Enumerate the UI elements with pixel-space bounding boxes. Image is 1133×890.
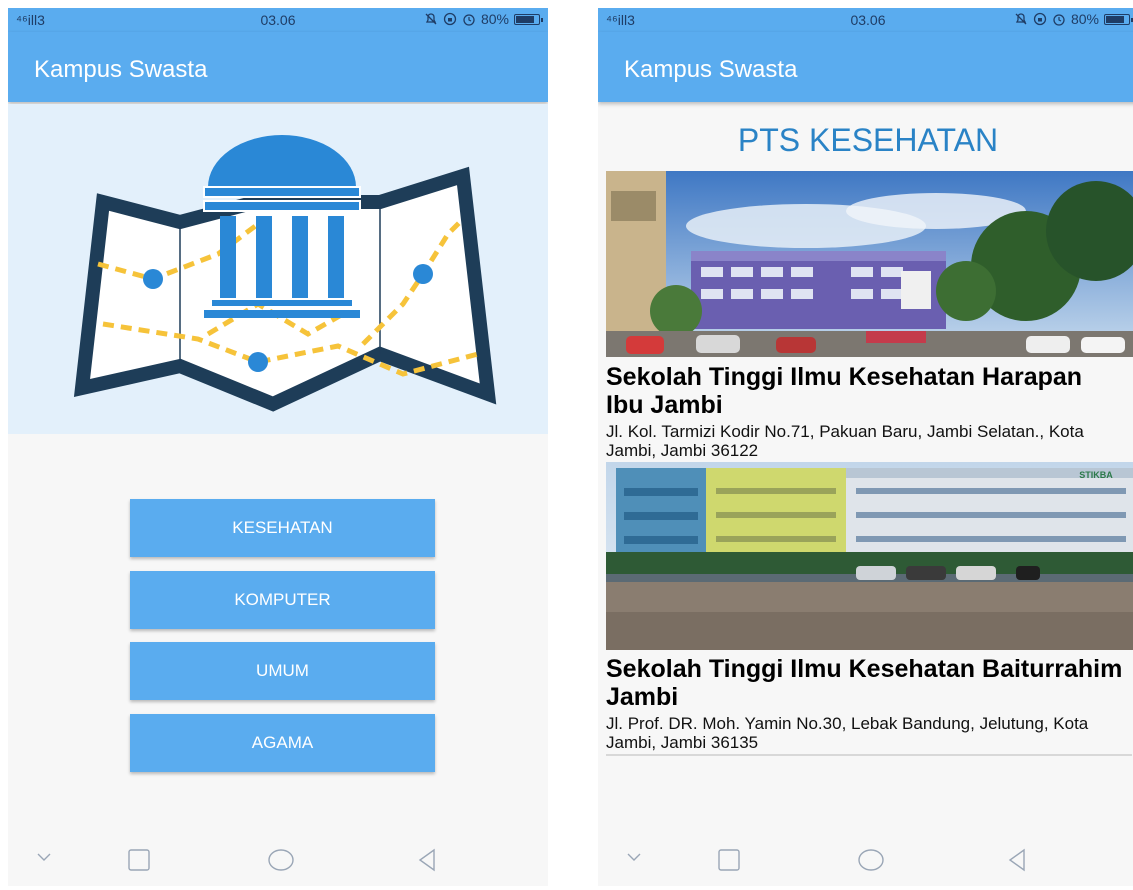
campus-photo-2[interactable]: STIKBA [606,462,1133,650]
bell-off-icon [425,13,437,25]
lock-rotation-icon [1033,12,1047,26]
umum-button[interactable]: UMUM [130,642,435,700]
status-right: 80% [424,11,543,27]
bell-off-icon [1015,13,1027,25]
battery-percent: 80% [1070,11,1099,27]
back-triangle-icon[interactable] [416,848,438,872]
campus-address-1: Jl. Kol. Tarmizi Kodir No.71, Pakuan Bar… [606,422,1084,460]
app-title: Kampus Swasta [624,56,798,83]
building-sign: STIKBA [1079,470,1113,480]
square-icon[interactable] [716,848,742,872]
status-bar: ⁴⁶ill3 03.06 80% [598,8,1133,32]
chevron-down-icon[interactable] [625,848,643,866]
battery-icon [1104,13,1133,25]
campus-photo-2-image: STIKBA [606,462,1133,650]
square-icon[interactable] [126,848,152,872]
campus-photo-1[interactable] [606,171,1133,357]
chevron-down-icon[interactable] [35,848,53,866]
hero-banner [8,104,548,434]
campus-name-1[interactable]: Sekolah Tinggi Ilmu Kesehatan Harapan Ib… [606,363,1126,419]
campus-name-2[interactable]: Sekolah Tinggi Ilmu Kesehatan Baiturrahi… [606,655,1126,711]
left-screen: ⁴⁶ill3 03.06 80% Kampus Swasta KESEHATAN… [8,8,548,886]
status-right: 80% [1014,11,1133,27]
circle-icon[interactable] [266,848,296,872]
kesehatan-button[interactable]: KESEHATAN [130,499,435,557]
agama-button[interactable]: AGAMA [130,714,435,772]
alarm-icon [463,14,475,26]
back-triangle-icon[interactable] [1006,848,1028,872]
circle-icon[interactable] [856,848,886,872]
app-title: Kampus Swasta [34,56,208,83]
system-nav-bar [8,836,548,886]
status-bar: ⁴⁶ill3 03.06 80% [8,8,548,32]
alarm-icon [1053,14,1065,26]
system-nav-bar [598,836,1133,886]
app-bar: Kampus Swasta [598,32,1133,102]
lock-rotation-icon [443,12,457,26]
campus-photo-1-image [606,171,1133,357]
battery-percent: 80% [480,11,509,27]
list-divider [606,754,1132,756]
campus-address-2: Jl. Prof. DR. Moh. Yamin No.30, Lebak Ba… [606,714,1089,752]
campus-map-icon [73,135,497,412]
right-screen: ⁴⁶ill3 03.06 80% Kampus Swasta PTS KESEH… [598,8,1133,886]
app-bar: Kampus Swasta [8,32,548,102]
battery-icon [514,13,543,25]
page-title: PTS KESEHATAN [737,122,999,158]
komputer-button[interactable]: KOMPUTER [130,571,435,629]
